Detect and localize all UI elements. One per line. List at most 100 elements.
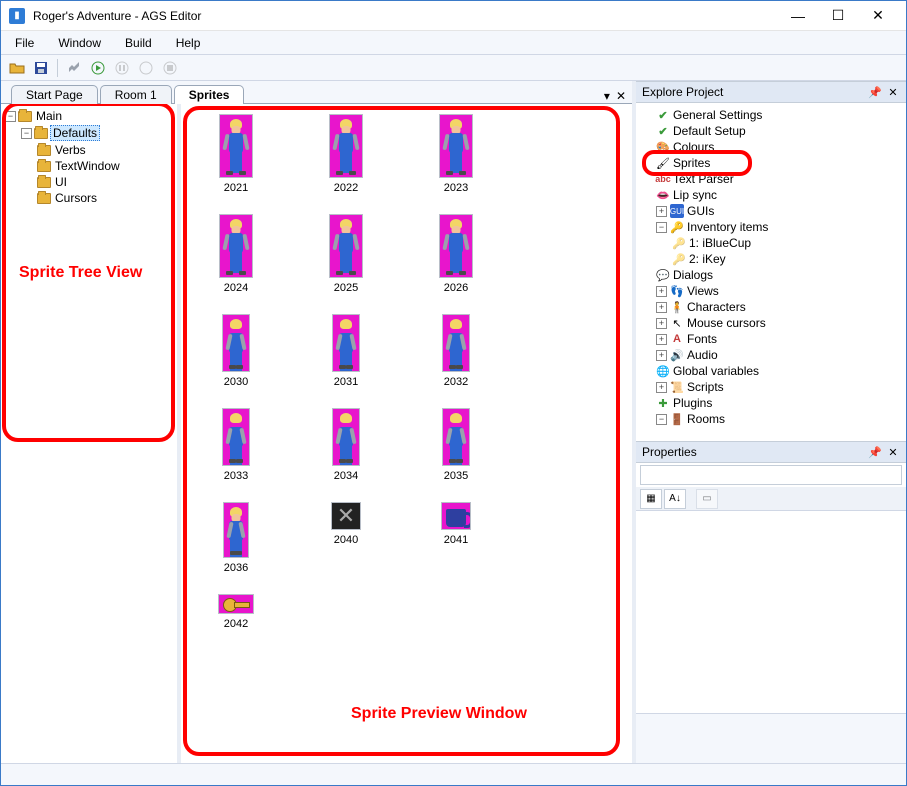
- pin-icon[interactable]: 📌: [868, 85, 882, 99]
- expand-icon[interactable]: +: [656, 302, 667, 313]
- sprite-2024[interactable]: 2024: [211, 214, 261, 294]
- step-icon[interactable]: [136, 58, 156, 78]
- collapse-icon[interactable]: −: [656, 222, 667, 233]
- window-title: Roger's Adventure - AGS Editor: [33, 9, 778, 23]
- explore-rooms[interactable]: −🚪Rooms: [654, 411, 904, 427]
- properties-title: Properties: [642, 445, 697, 459]
- explore-guis[interactable]: +GUIGUIs: [654, 203, 904, 219]
- explore-inventory[interactable]: −🔑Inventory items: [654, 219, 904, 235]
- folder-icon: [34, 128, 48, 139]
- tree-node-defaults[interactable]: − Defaults: [19, 124, 175, 142]
- tree-node-verbs[interactable]: Verbs: [35, 142, 175, 158]
- tab-close-icon[interactable]: ✕: [616, 89, 626, 103]
- tree-node-textwindow[interactable]: TextWindow: [35, 158, 175, 174]
- open-icon[interactable]: [7, 58, 27, 78]
- explore-text-parser[interactable]: abcText Parser: [654, 171, 904, 187]
- text-icon: abc: [656, 172, 670, 186]
- run-icon[interactable]: [88, 58, 108, 78]
- explore-scripts[interactable]: +📜Scripts: [654, 379, 904, 395]
- sprite-2035[interactable]: 2035: [431, 408, 481, 482]
- minimize-button[interactable]: —: [778, 2, 818, 30]
- categorize-icon[interactable]: ▦: [640, 489, 662, 509]
- explore-mouse-cursors[interactable]: +↖Mouse cursors: [654, 315, 904, 331]
- save-icon[interactable]: [31, 58, 51, 78]
- pin-icon[interactable]: 📌: [868, 445, 882, 459]
- lips-icon: 👄: [656, 188, 670, 202]
- properties-object-selector[interactable]: [640, 465, 902, 485]
- close-button[interactable]: ✕: [858, 2, 898, 30]
- panel-close-icon[interactable]: ✕: [886, 445, 900, 459]
- explore-views[interactable]: +👣Views: [654, 283, 904, 299]
- explore-general-settings[interactable]: ✔General Settings: [654, 107, 904, 123]
- sprite-2033[interactable]: 2033: [211, 408, 261, 482]
- sprite-2042[interactable]: 2042: [211, 594, 261, 630]
- sprite-2031[interactable]: 2031: [321, 314, 371, 388]
- tree-node-cursors[interactable]: Cursors: [35, 190, 175, 206]
- maximize-button[interactable]: ☐: [818, 2, 858, 30]
- gui-icon: GUI: [670, 204, 684, 218]
- sprite-folder-tree[interactable]: − Main − Defaults Verbs TextWindow: [1, 104, 181, 763]
- expand-icon[interactable]: +: [656, 382, 667, 393]
- tab-start-page[interactable]: Start Page: [11, 85, 98, 104]
- tab-room-1[interactable]: Room 1: [100, 85, 172, 104]
- expand-icon[interactable]: +: [656, 206, 667, 217]
- explore-lip-sync[interactable]: 👄Lip sync: [654, 187, 904, 203]
- expand-icon[interactable]: +: [656, 350, 667, 361]
- annotation-preview-label: Sprite Preview Window: [351, 705, 527, 723]
- sprite-2026[interactable]: 2026: [431, 214, 481, 294]
- tab-dropdown-icon[interactable]: ▾: [604, 89, 610, 103]
- collapse-icon[interactable]: −: [5, 111, 16, 122]
- sort-az-icon[interactable]: A↓: [664, 489, 686, 509]
- expand-icon[interactable]: +: [656, 318, 667, 329]
- explore-project-tree[interactable]: ✔General Settings ✔Default Setup 🎨Colour…: [636, 103, 906, 441]
- panel-close-icon[interactable]: ✕: [886, 85, 900, 99]
- tab-sprites[interactable]: Sprites: [174, 85, 245, 104]
- expand-icon[interactable]: +: [656, 286, 667, 297]
- sprite-2021[interactable]: 2021: [211, 114, 261, 194]
- tree-node-main[interactable]: − Main: [3, 108, 175, 124]
- tree-node-ui[interactable]: UI: [35, 174, 175, 190]
- sprite-2032[interactable]: 2032: [431, 314, 481, 388]
- collapse-icon[interactable]: −: [21, 128, 32, 139]
- sprite-2023[interactable]: 2023: [431, 114, 481, 194]
- plugin-icon: ✚: [656, 396, 670, 410]
- explore-characters[interactable]: +🧍Characters: [654, 299, 904, 315]
- menu-help[interactable]: Help: [170, 34, 207, 52]
- properties-grid[interactable]: [636, 511, 906, 713]
- explore-project-title: Explore Project: [642, 85, 723, 99]
- menu-file[interactable]: File: [9, 34, 40, 52]
- explore-default-setup[interactable]: ✔Default Setup: [654, 123, 904, 139]
- sprite-icon: 🖌: [656, 156, 670, 170]
- explore-fonts[interactable]: +AFonts: [654, 331, 904, 347]
- build-icon[interactable]: [64, 58, 84, 78]
- pause-icon[interactable]: [112, 58, 132, 78]
- explore-audio[interactable]: +🔊Audio: [654, 347, 904, 363]
- sprite-preview-pane[interactable]: 2021 2022 2023 2024 2025 2026 2030 2031 …: [181, 104, 632, 763]
- sprite-2036[interactable]: 2036: [211, 502, 261, 574]
- property-pages-icon[interactable]: ▭: [696, 489, 718, 509]
- font-icon: A: [670, 332, 684, 346]
- sprite-2040[interactable]: ✕2040: [321, 502, 371, 574]
- sprite-2041[interactable]: 2041: [431, 502, 481, 574]
- explore-colours[interactable]: 🎨Colours: [654, 139, 904, 155]
- expand-icon[interactable]: +: [656, 334, 667, 345]
- menubar: File Window Build Help: [1, 31, 906, 55]
- explore-inv-ikey[interactable]: 🔑2: iKey: [670, 251, 904, 267]
- explore-sprites[interactable]: 🖌Sprites: [654, 155, 904, 171]
- sprite-2025[interactable]: 2025: [321, 214, 371, 294]
- explore-plugins[interactable]: ✚Plugins: [654, 395, 904, 411]
- explore-global-variables[interactable]: 🌐Global variables: [654, 363, 904, 379]
- sprite-2034[interactable]: 2034: [321, 408, 371, 482]
- key-icon: 🔑: [672, 252, 686, 266]
- menu-build[interactable]: Build: [119, 34, 158, 52]
- script-icon: 📜: [670, 380, 684, 394]
- collapse-icon[interactable]: −: [656, 414, 667, 425]
- explore-inv-ibluecup[interactable]: 🔑1: iBlueCup: [670, 235, 904, 251]
- menu-window[interactable]: Window: [52, 34, 107, 52]
- sprite-2022[interactable]: 2022: [321, 114, 371, 194]
- sprite-2030[interactable]: 2030: [211, 314, 261, 388]
- explore-dialogs[interactable]: 💬Dialogs: [654, 267, 904, 283]
- folder-icon: [37, 177, 51, 188]
- room-icon: 🚪: [670, 412, 684, 426]
- stop-icon[interactable]: [160, 58, 180, 78]
